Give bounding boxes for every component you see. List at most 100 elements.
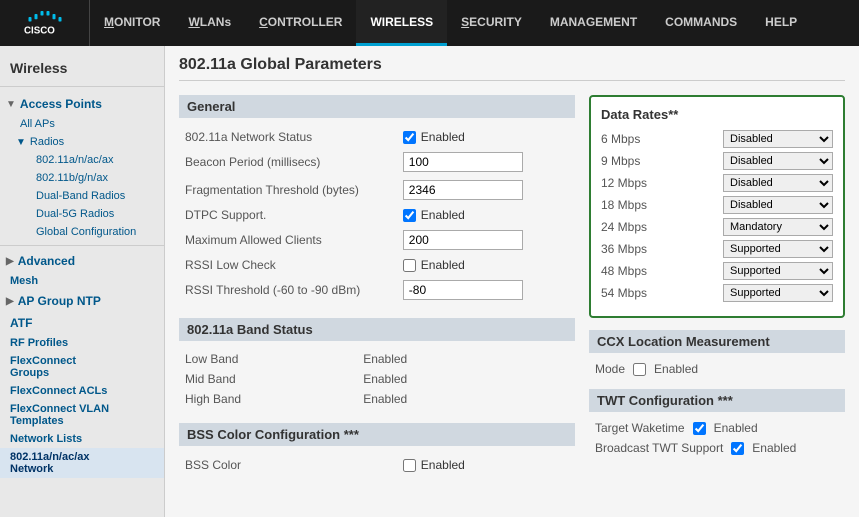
advanced-arrow: ▶ [6,256,14,267]
field-label-max-clients: Maximum Allowed Clients [179,226,397,254]
rate-label-12mbps: 12 Mbps [601,176,671,190]
dtpc-checkbox[interactable] [403,209,416,222]
rate-row-54mbps: 54 Mbps DisabledMandatorySupported [601,284,833,302]
nav-help[interactable]: HELP [751,0,811,46]
data-rates-box: Data Rates** 6 Mbps DisabledMandatorySup… [589,95,845,318]
radios-arrow: ▼ [16,137,26,148]
rate-row-9mbps: 9 Mbps DisabledMandatorySupported [601,152,833,170]
content-area: 802.11a Global Parameters General 802.11… [165,46,859,517]
mid-band-value: Enabled [357,369,575,389]
bss-color-title: BSS Color Configuration *** [179,423,575,446]
top-nav: CISCO MONITOR WLANs CONTROLLER WIRELESS … [0,0,859,46]
sidebar-item-radios[interactable]: ▼Radios [0,133,164,151]
data-rates-title: Data Rates** [601,107,833,122]
rate-select-6mbps[interactable]: DisabledMandatorySupported [723,130,833,148]
rate-row-24mbps: 24 Mbps DisabledMandatorySupported [601,218,833,236]
band-status-title: 802.11a Band Status [179,318,575,341]
rate-row-36mbps: 36 Mbps DisabledMandatorySupported [601,240,833,258]
rate-label-6mbps: 6 Mbps [601,132,671,146]
rate-select-48mbps[interactable]: DisabledMandatorySupported [723,262,833,280]
collapse-icon: ▼ [6,99,16,110]
nav-management[interactable]: MANAGEMENT [536,0,651,46]
ccx-mode-checkbox[interactable] [633,363,646,376]
field-dtpc: DTPC Support. Enabled [179,204,575,226]
ccx-mode-value: Enabled [654,362,698,376]
divider-1 [0,245,164,246]
field-network-status: 802.11a Network Status Enabled [179,126,575,148]
sidebar-item-global-config[interactable]: Global Configuration [0,223,164,241]
twt-waketime-value: Enabled [714,421,758,435]
sidebar-item-atf[interactable]: ATF [0,312,164,334]
sidebar-item-flexconnect-groups[interactable]: FlexConnectGroups [0,352,164,382]
sidebar-item-access-points[interactable]: ▼ Access Points [0,93,164,115]
max-clients-input[interactable] [403,230,523,250]
sidebar-item-rf-profiles[interactable]: RF Profiles [0,334,164,352]
rate-label-24mbps: 24 Mbps [601,220,671,234]
field-beacon-period: Beacon Period (millisecs) [179,148,575,176]
apntp-arrow: ▶ [6,296,14,307]
twt-waketime-label: Target Waketime [595,421,685,435]
sidebar-item-network-lists[interactable]: Network Lists [0,430,164,448]
ccx-mode-row: Mode Enabled [589,359,845,379]
svg-text:CISCO: CISCO [24,26,55,37]
twt-broadcast-row: Broadcast TWT Support Enabled [589,438,845,458]
sidebar-item-mesh[interactable]: Mesh [0,272,164,290]
rssi-low-checkbox[interactable] [403,259,416,272]
sidebar-item-dual-5g[interactable]: Dual-5G Radios [0,205,164,223]
right-column: Data Rates** 6 Mbps DisabledMandatorySup… [589,95,845,486]
apntp-label: AP Group NTP [18,294,101,308]
field-label-frag: Fragmentation Threshold (bytes) [179,176,397,204]
cisco-logo: CISCO [0,0,90,46]
rate-row-18mbps: 18 Mbps DisabledMandatorySupported [601,196,833,214]
sidebar: Wireless ▼ Access Points All APs ▼Radios… [0,46,165,517]
rate-select-54mbps[interactable]: DisabledMandatorySupported [723,284,833,302]
nav-items: MONITOR WLANs CONTROLLER WIRELESS SECURI… [90,0,811,46]
sidebar-title: Wireless [0,54,164,87]
advanced-label: Advanced [18,254,75,268]
sidebar-item-80211bgnax[interactable]: 802.11b/g/n/ax [0,169,164,187]
access-points-label: Access Points [20,97,102,111]
rssi-threshold-input[interactable] [403,280,523,300]
rate-select-36mbps[interactable]: DisabledMandatorySupported [723,240,833,258]
nav-controller[interactable]: CONTROLLER [245,0,356,46]
rate-select-12mbps[interactable]: DisabledMandatorySupported [723,174,833,192]
band-row-low: Low Band Enabled [179,349,575,369]
nav-commands[interactable]: COMMANDS [651,0,751,46]
nav-wlans[interactable]: WLANs [174,0,245,46]
general-section-title: General [179,95,575,118]
rate-row-6mbps: 6 Mbps DisabledMandatorySupported [601,130,833,148]
rate-select-24mbps[interactable]: DisabledMandatorySupported [723,218,833,236]
twt-waketime-checkbox[interactable] [693,422,706,435]
high-band-value: Enabled [357,389,575,409]
sidebar-item-dual-band[interactable]: Dual-Band Radios [0,187,164,205]
rate-select-9mbps[interactable]: DisabledMandatorySupported [723,152,833,170]
left-column: General 802.11a Network Status Enabled [179,95,575,486]
sidebar-item-all-aps[interactable]: All APs [0,115,164,133]
sidebar-item-80211anax[interactable]: 802.11a/n/ac/ax [0,151,164,169]
field-rssi-low-check: RSSI Low Check Enabled [179,254,575,276]
beacon-period-input[interactable] [403,152,523,172]
nav-security[interactable]: SECURITY [447,0,536,46]
sidebar-item-ap-group-ntp[interactable]: ▶ AP Group NTP [0,290,164,312]
high-band-label: High Band [179,389,357,409]
network-status-label: Enabled [403,130,569,144]
sidebar-item-flexconnect-acls[interactable]: FlexConnect ACLs [0,382,164,400]
rate-row-48mbps: 48 Mbps DisabledMandatorySupported [601,262,833,280]
nav-wireless[interactable]: WIRELESS [356,0,447,46]
sidebar-item-80211a-network[interactable]: 802.11a/n/ac/axNetwork [0,448,164,478]
field-label-rssi-low: RSSI Low Check [179,254,397,276]
rate-select-18mbps[interactable]: DisabledMandatorySupported [723,196,833,214]
twt-broadcast-checkbox[interactable] [731,442,744,455]
sidebar-item-advanced[interactable]: ▶ Advanced [0,250,164,272]
atf-label: ATF [10,316,32,330]
bss-color-check-label: Enabled [403,458,569,472]
twt-title: TWT Configuration *** [589,389,845,412]
bss-color-checkbox[interactable] [403,459,416,472]
network-status-checkbox[interactable] [403,131,416,144]
rate-label-48mbps: 48 Mbps [601,264,671,278]
nav-monitor[interactable]: MONITOR [90,0,174,46]
sidebar-item-flexconnect-vlan[interactable]: FlexConnect VLANTemplates [0,400,164,430]
frag-threshold-input[interactable] [403,180,523,200]
twt-broadcast-label: Broadcast TWT Support [595,441,723,455]
rate-row-12mbps: 12 Mbps DisabledMandatorySupported [601,174,833,192]
